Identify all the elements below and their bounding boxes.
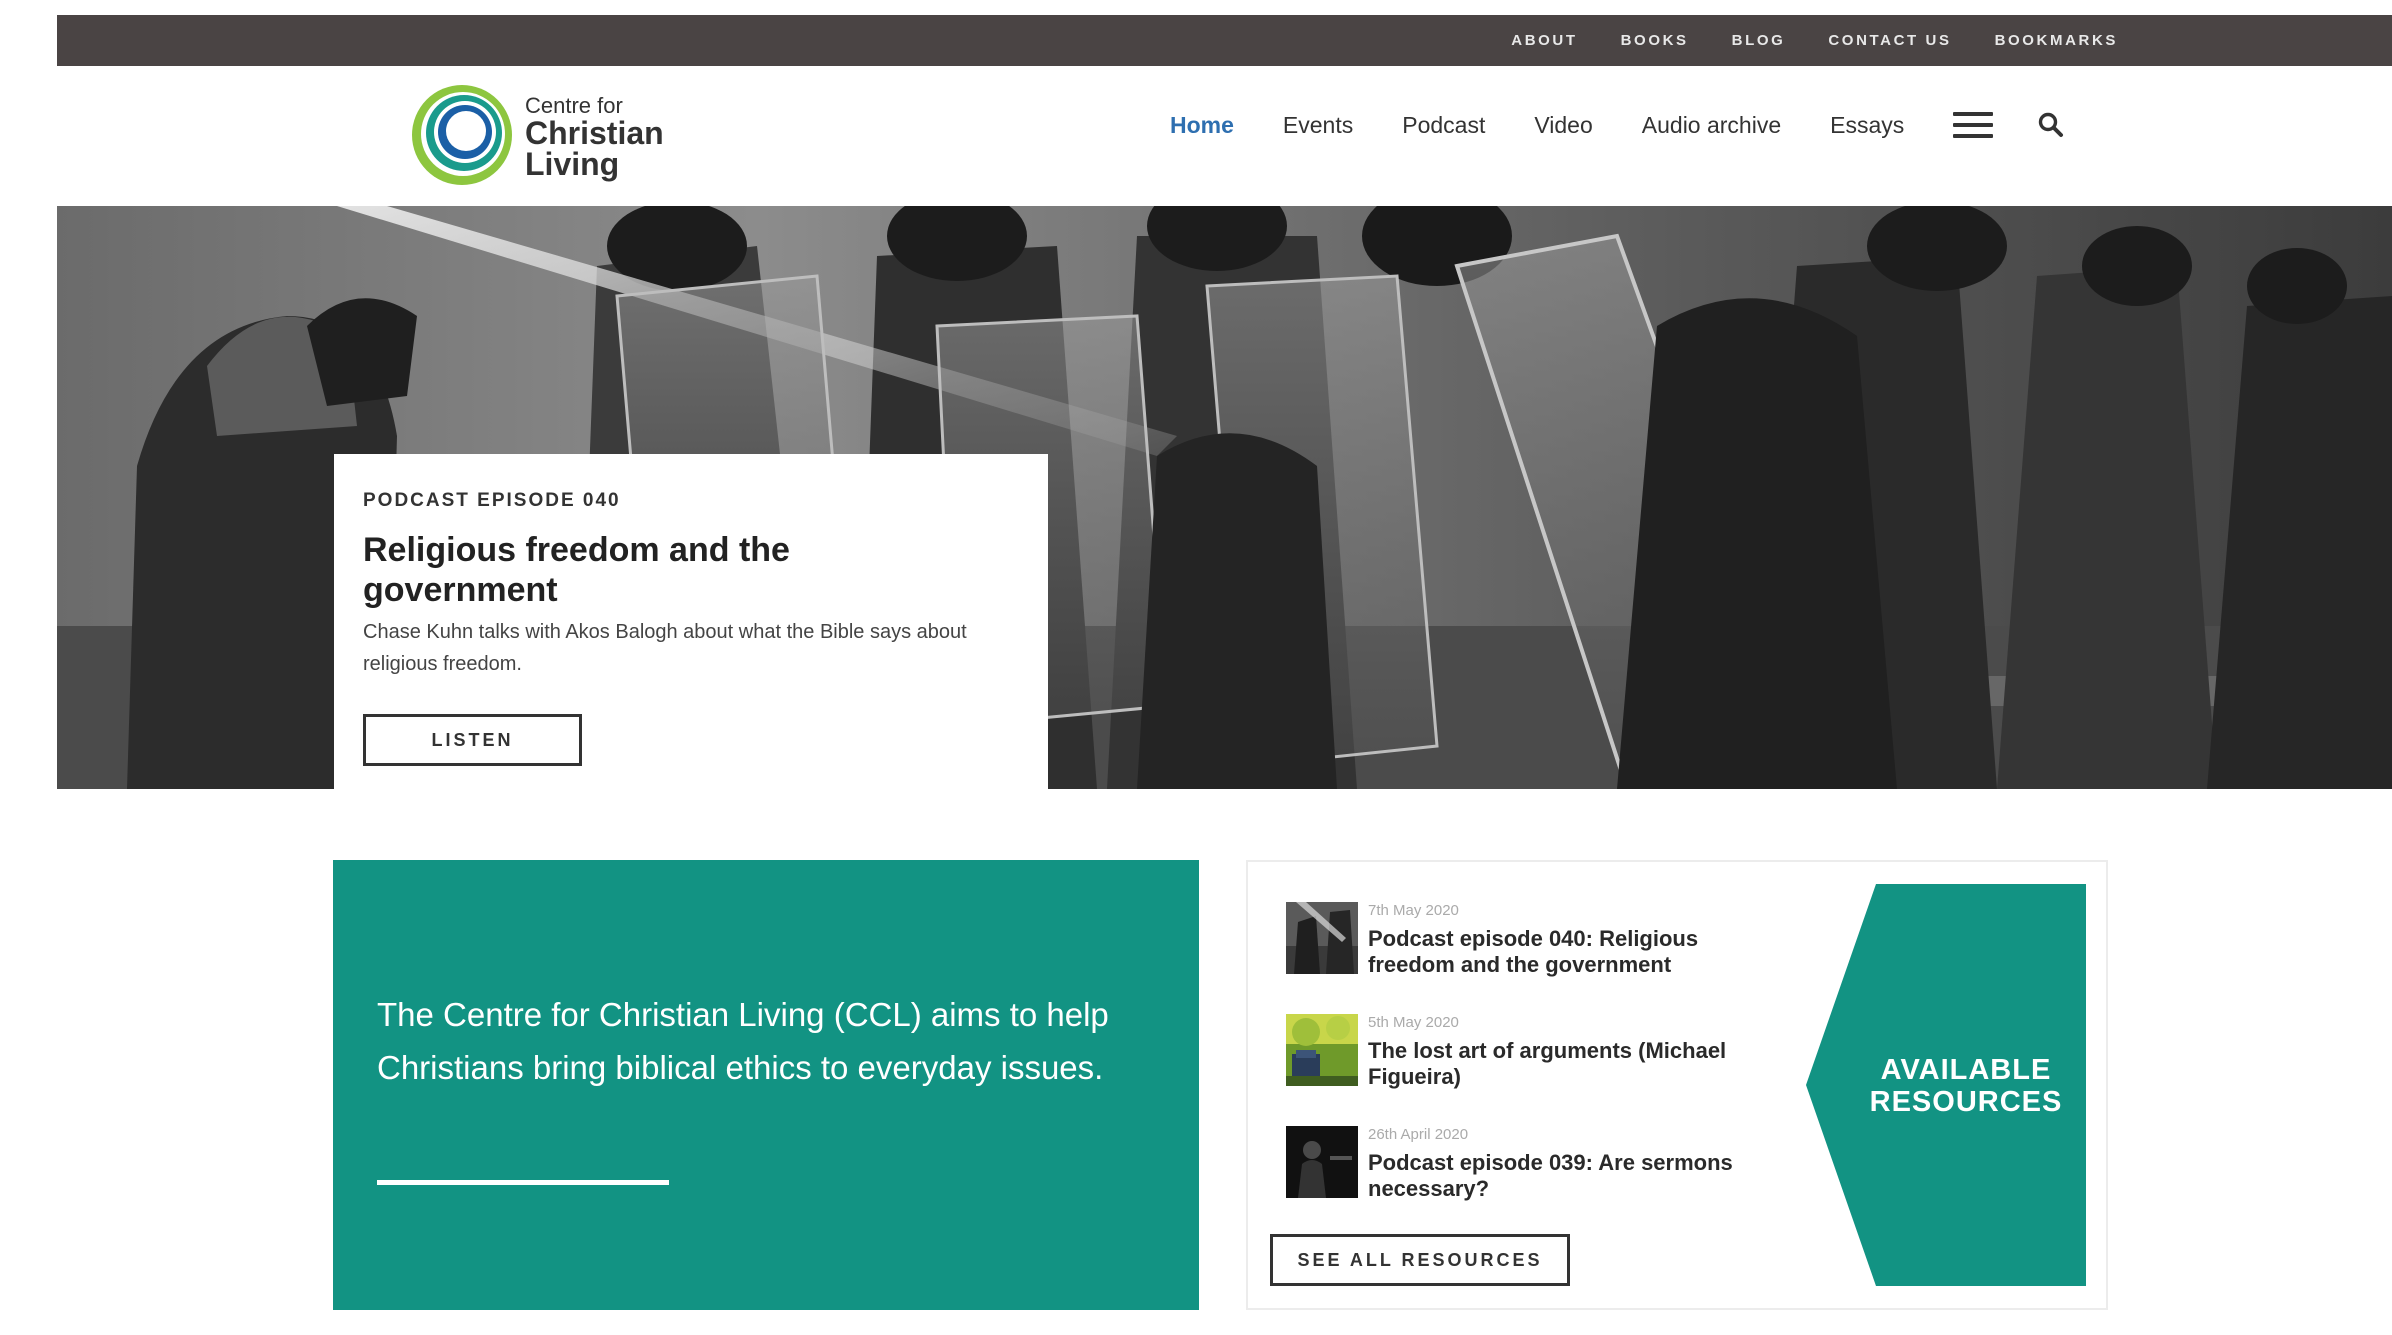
available-resources-tile[interactable]: AVAILABLE RESOURCES	[1806, 884, 2086, 1286]
hero-description: Chase Kuhn talks with Akos Balogh about …	[363, 621, 967, 675]
listen-button[interactable]: LISTEN	[363, 714, 582, 766]
resource-thumbnail	[1286, 1014, 1358, 1086]
mission-block: The Centre for Christian Living (CCL) ai…	[333, 860, 1199, 1310]
resource-thumbnail	[1286, 902, 1358, 974]
resource-date: 26th April 2020	[1368, 1126, 1469, 1143]
main-nav: Home Events Podcast Video Audio archive …	[1170, 66, 2064, 184]
resource-thumbnail	[1286, 1126, 1358, 1198]
logo-line-2: Christian	[525, 115, 664, 151]
logo-rings-icon	[412, 85, 512, 185]
resource-title[interactable]: Podcast episode 039: Are sermons necessa…	[1368, 1150, 1768, 1202]
logo-line-3: Living	[525, 146, 620, 182]
hero-eyebrow: PODCAST EPISODE 040	[363, 490, 621, 511]
nav-item-podcast[interactable]: Podcast	[1402, 112, 1485, 139]
nav-item-audio-archive[interactable]: Audio archive	[1642, 112, 1781, 139]
utility-link-about[interactable]: ABOUT	[1511, 32, 1577, 49]
search-icon[interactable]	[2038, 112, 2064, 138]
resource-date: 7th May 2020	[1368, 902, 1459, 919]
logo-wordmark: Centre for Christian Living	[525, 94, 664, 182]
resource-item[interactable]: 26th April 2020 Podcast episode 039: Are…	[1286, 1126, 1756, 1206]
available-resources-label: AVAILABLE RESOURCES	[1869, 1054, 2063, 1118]
nav-item-home[interactable]: Home	[1170, 112, 1234, 139]
nav-item-events[interactable]: Events	[1283, 112, 1353, 139]
utility-link-blog[interactable]: BLOG	[1732, 32, 1786, 49]
hero-title[interactable]: Religious freedom and the government	[363, 530, 923, 610]
utility-link-books[interactable]: BOOKS	[1621, 32, 1689, 49]
mission-text: The Centre for Christian Living (CCL) ai…	[377, 996, 1109, 1086]
nav-item-video[interactable]: Video	[1534, 112, 1592, 139]
resource-item[interactable]: 7th May 2020 Podcast episode 040: Religi…	[1286, 902, 1756, 982]
utility-bar: ABOUT BOOKS BLOG CONTACT US BOOKMARKS	[57, 15, 2392, 66]
hero-banner: PODCAST EPISODE 040 Religious freedom an…	[57, 206, 2392, 789]
utility-links: ABOUT BOOKS BLOG CONTACT US BOOKMARKS	[1468, 15, 2118, 66]
resource-title[interactable]: The lost art of arguments (Michael Figue…	[1368, 1038, 1768, 1090]
hero-card: PODCAST EPISODE 040 Religious freedom an…	[334, 454, 1048, 789]
mission-divider	[377, 1180, 669, 1185]
see-all-resources-button[interactable]: SEE ALL RESOURCES	[1270, 1234, 1570, 1286]
utility-link-bookmarks[interactable]: BOOKMARKS	[1995, 32, 2118, 49]
hamburger-menu-icon[interactable]	[1953, 112, 1994, 138]
site-logo[interactable]: Centre for Christian Living	[407, 80, 687, 192]
resource-title[interactable]: Podcast episode 040: Religious freedom a…	[1368, 926, 1768, 978]
utility-link-contact-us[interactable]: CONTACT US	[1828, 32, 1951, 49]
resource-date: 5th May 2020	[1368, 1014, 1459, 1031]
nav-item-essays[interactable]: Essays	[1830, 112, 1904, 139]
frame-top	[0, 0, 2392, 14]
resource-item[interactable]: 5th May 2020 The lost art of arguments (…	[1286, 1014, 1756, 1094]
resources-panel: 7th May 2020 Podcast episode 040: Religi…	[1246, 860, 2108, 1310]
site-header: Centre for Christian Living Home Events …	[57, 66, 2392, 206]
